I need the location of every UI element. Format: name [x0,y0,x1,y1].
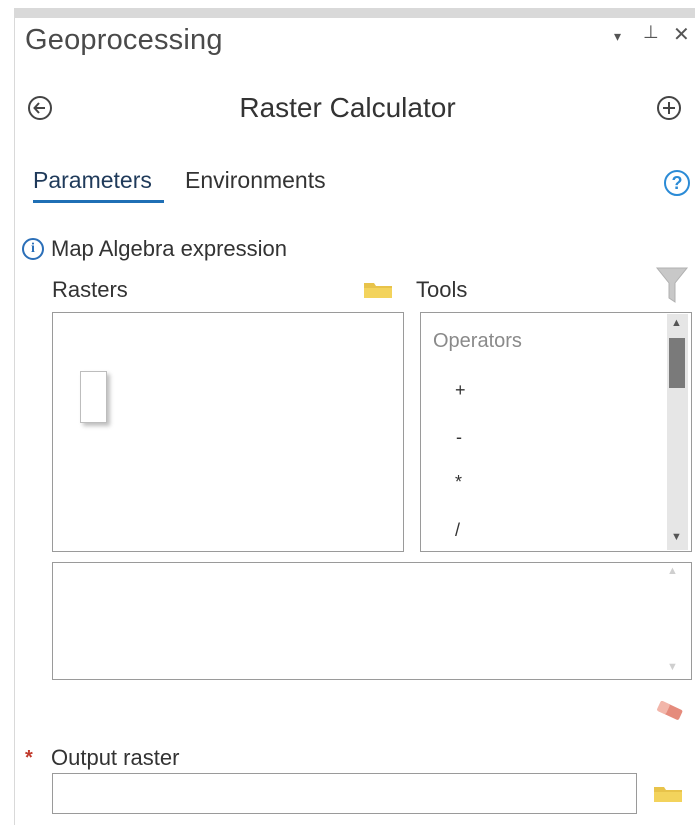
operator-divide[interactable]: / [455,520,460,541]
expression-scroll-up-icon[interactable]: ▲ [667,566,678,577]
active-tab-underline [33,200,164,203]
operators-heading: Operators [433,330,522,352]
folder-icon[interactable] [363,279,393,299]
window-top-edge [0,0,695,8]
output-raster-input[interactable] [52,773,637,814]
operator-plus[interactable]: + [455,380,466,401]
pane-menu-icon[interactable]: ▾ [614,28,621,45]
raster-item-icon[interactable] [80,371,107,423]
scroll-down-arrow-icon[interactable]: ▼ [671,532,682,543]
pane-title: Geoprocessing [25,24,223,56]
rasters-label: Rasters [52,277,128,302]
operator-multiply[interactable]: * [455,472,462,493]
output-raster-label: Output raster [51,745,180,770]
help-icon[interactable]: ? [664,170,690,196]
scroll-up-arrow-icon[interactable]: ▲ [671,318,682,329]
expression-scroll-down-icon[interactable]: ▼ [667,662,678,673]
output-folder-icon[interactable] [653,783,683,803]
required-marker: * [25,747,33,769]
info-icon[interactable]: i [22,238,44,260]
eraser-icon[interactable] [654,697,686,723]
tools-scroll-thumb[interactable] [669,338,685,388]
tab-parameters[interactable]: Parameters [33,167,152,194]
add-button[interactable] [657,96,681,120]
tools-label: Tools [416,277,468,302]
close-icon[interactable]: ✕ [673,22,690,47]
rasters-list[interactable] [52,312,404,552]
pin-icon[interactable]: ⊥ [643,22,659,43]
pane-top-border [14,8,695,18]
tab-environments[interactable]: Environments [185,167,326,194]
filter-icon[interactable] [655,266,689,306]
plus-icon [663,102,675,114]
map-algebra-label: Map Algebra expression [51,236,288,261]
tool-title: Raster Calculator [239,92,456,123]
expression-textarea[interactable] [52,562,692,680]
operator-minus[interactable]: - [456,427,462,448]
